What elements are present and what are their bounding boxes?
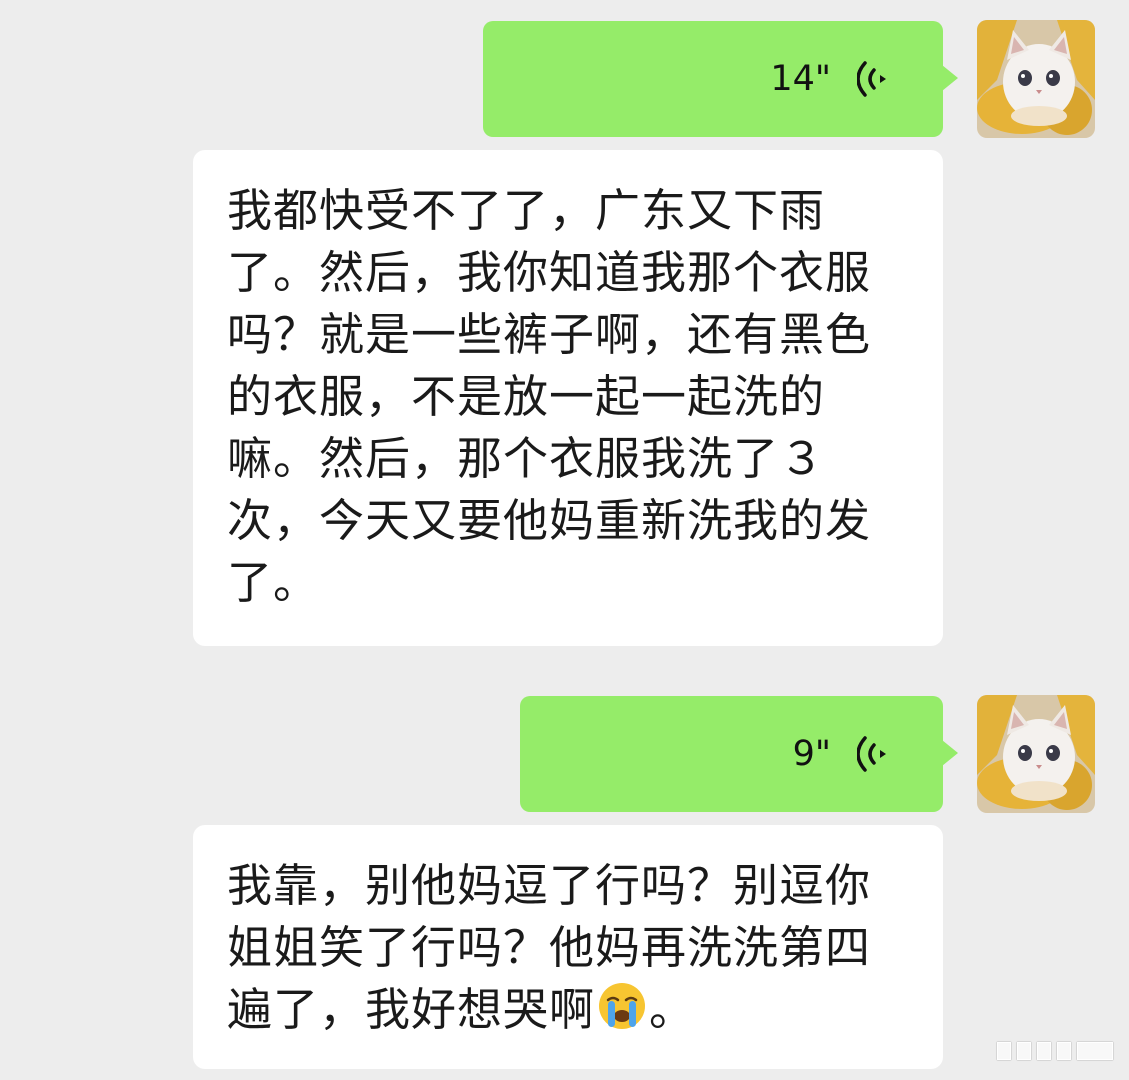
cat-avatar[interactable] [977,695,1095,813]
cat-avatar-image [977,20,1095,138]
crying-face-emoji [599,983,646,1029]
voice-wave-icon [857,61,886,97]
text-message-bubble: 我都快受不了了，广东又下雨了。然后，我你知道我那个衣服吗？就是一些裤子啊，还有黑… [193,150,943,646]
cat-avatar-image [977,695,1095,813]
watermark-mark [997,1042,1011,1060]
watermark [997,1040,1113,1062]
watermark-mark [1017,1042,1031,1060]
cat-avatar[interactable] [977,20,1095,138]
text-message-bubble: 我靠，别他妈逗了行吗？别逗你姐姐笑了行吗？他妈再洗洗第四遍了，我好想哭啊 。 [193,825,943,1069]
watermark-mark [1077,1042,1113,1060]
message-text-part: 。 [649,983,696,1036]
message-text: 我靠，别他妈逗了行吗？别逗你姐姐笑了行吗？他妈再洗洗第四遍了，我好想哭啊 。 [227,855,913,1041]
voice-message-bubble[interactable]: 9" [520,696,958,812]
message-text-part: 我靠，别他妈逗了行吗？别逗你姐姐笑了行吗？他妈再洗洗第四遍了，我好想哭啊 [227,859,872,1036]
watermark-mark [1037,1042,1051,1060]
voice-message-bubble[interactable]: 14" [483,21,958,137]
message-text: 我都快受不了了，广东又下雨了。然后，我你知道我那个衣服吗？就是一些裤子啊，还有黑… [227,184,872,609]
watermark-mark [1057,1042,1071,1060]
voice-duration: 9" [792,734,831,774]
voice-duration: 14" [770,59,831,99]
voice-wave-icon [857,736,886,772]
